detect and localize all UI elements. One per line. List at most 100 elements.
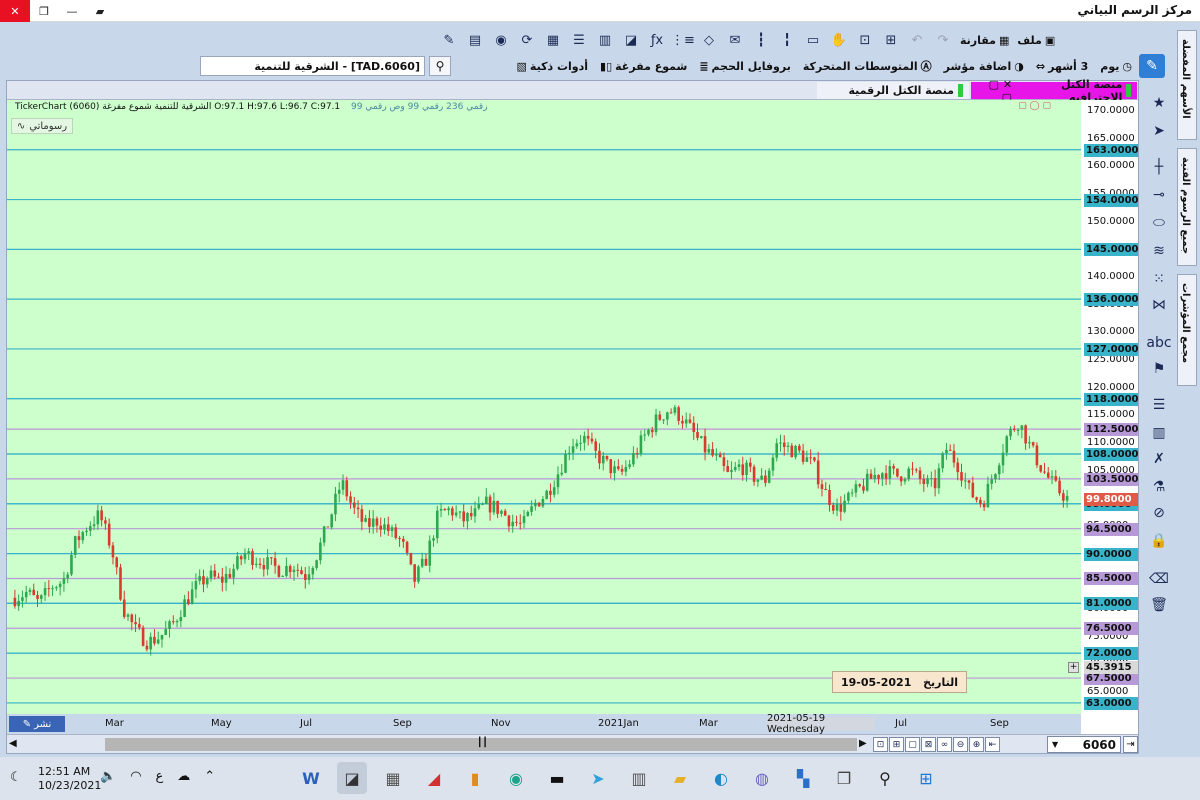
- store-icon[interactable]: ▥: [624, 762, 654, 794]
- edge-icon[interactable]: ◐: [706, 762, 736, 794]
- bar-chart-icon[interactable]: ▥: [592, 29, 618, 51]
- scroll-grip-icon[interactable]: ┃┃: [477, 738, 488, 748]
- smart-tools-button[interactable]: أدوات ذكية ▧: [513, 60, 593, 73]
- lock-icon[interactable]: 🔒: [1148, 530, 1170, 552]
- close-icon[interactable]: ✕: [0, 0, 30, 22]
- moon-icon[interactable]: ☾: [10, 770, 22, 785]
- star-icon[interactable]: ★: [1148, 92, 1170, 114]
- side-tab-technical[interactable]: جميع الرسوم الفنية: [1177, 148, 1197, 266]
- candles-icon[interactable]: ┇: [748, 29, 774, 51]
- scroll-track[interactable]: ┃┃: [105, 738, 857, 751]
- tab-pro-blocks[interactable]: منصة الكتل الاحترافيه ✕ ▢ ▢: [971, 78, 1137, 104]
- search-taskbar-icon[interactable]: ⚲: [870, 762, 900, 794]
- charts-app-icon[interactable]: ▮: [460, 762, 490, 794]
- clock[interactable]: 12:51 AM 10/23/2021: [38, 765, 101, 793]
- layout-icon[interactable]: ▤: [462, 29, 488, 51]
- zoom-out-icon[interactable]: ⊖: [953, 737, 968, 752]
- link-icon[interactable]: ∞: [937, 737, 952, 752]
- side-tab-favorites[interactable]: الأسهم المفضلة: [1177, 30, 1197, 140]
- time-axis[interactable]: نشر ✎ 2021-05-19 Wednesday Mar May Jul Sep N…: [7, 713, 1081, 735]
- compare-button[interactable]: مقارنة ▦: [956, 34, 1013, 47]
- crosshair-tool-icon[interactable]: ┼: [1148, 156, 1170, 178]
- hollow-candles-button[interactable]: شموع مفرغة ▯▮: [596, 60, 691, 73]
- volume-profile-button[interactable]: بروفايل الحجم ≣: [695, 60, 795, 73]
- alert-icon[interactable]: ◇: [696, 29, 722, 51]
- fit-range-icon[interactable]: ⊞: [889, 737, 904, 752]
- tray-chevron-icon[interactable]: ⌃: [204, 769, 215, 784]
- tv-app-icon[interactable]: ▬: [542, 762, 572, 794]
- text-abc-icon[interactable]: abc: [1146, 332, 1171, 354]
- camera-icon[interactable]: ◉: [488, 29, 514, 51]
- ruler-icon[interactable]: ▭: [800, 29, 826, 51]
- language-indicator[interactable]: ع: [156, 769, 164, 784]
- chart-plot-area[interactable]: TickerChart الشرقية للتنمية شموع مفرغة (…: [7, 100, 1081, 714]
- task-view-icon[interactable]: ❐: [829, 762, 859, 794]
- start-icon[interactable]: ⊞: [911, 762, 941, 794]
- hide-icon[interactable]: ⊘: [1148, 502, 1170, 524]
- teams-icon[interactable]: ◍: [747, 762, 777, 794]
- speaker-icon[interactable]: 🔈: [100, 769, 116, 784]
- chat-app-icon[interactable]: ◉: [501, 762, 531, 794]
- zoom-in-icon[interactable]: ⊕: [969, 737, 984, 752]
- symbol-search-input[interactable]: [TAD.6060] - الشرقية للتنمية: [200, 56, 425, 76]
- fit-all-icon[interactable]: ⊡: [873, 737, 888, 752]
- moving-average-button[interactable]: Ⓐ المتوسطات المتحركة: [799, 58, 936, 74]
- period-button[interactable]: ◷ يوم: [1096, 60, 1136, 73]
- minimize-icon[interactable]: —: [58, 0, 86, 22]
- scroll-right-icon[interactable]: ▶: [859, 738, 867, 749]
- function-icon[interactable]: ƒx: [644, 29, 670, 51]
- ellipse-icon[interactable]: ⬭: [1148, 212, 1170, 234]
- zoom-area-icon[interactable]: ⊠: [921, 737, 936, 752]
- list-icon[interactable]: ☰: [566, 29, 592, 51]
- table-icon[interactable]: ▦: [540, 29, 566, 51]
- price-axis[interactable]: 65.000070.000075.000080.000085.000090.00…: [1081, 100, 1138, 714]
- tool-list-icon[interactable]: ☰: [1148, 394, 1170, 416]
- app-red-icon[interactable]: ◢: [419, 762, 449, 794]
- tickerchart-icon[interactable]: ◪: [337, 762, 367, 794]
- share-button[interactable]: نشر ✎: [9, 716, 65, 732]
- go-icon[interactable]: ⇥: [1123, 736, 1138, 753]
- word-icon[interactable]: W: [296, 762, 326, 794]
- candles-alt-icon[interactable]: ╏: [774, 29, 800, 51]
- add-pane-icon[interactable]: +: [1068, 662, 1079, 673]
- channel-icon[interactable]: ≋: [1148, 240, 1170, 262]
- zigzag-icon[interactable]: ⋈: [1148, 294, 1170, 316]
- reset-view-icon[interactable]: ▢: [905, 737, 920, 752]
- mail-icon[interactable]: ✉: [722, 29, 748, 51]
- symbol-selector[interactable]: ▼ 6060: [1047, 736, 1121, 753]
- price-chart[interactable]: [7, 100, 1081, 714]
- undo-icon[interactable]: ↶: [904, 29, 930, 51]
- scroll-left-icon[interactable]: ◀: [9, 738, 17, 749]
- side-tab-indicators[interactable]: مجمع المؤشرات: [1177, 274, 1197, 386]
- plot-window-controls[interactable]: ▢ ◯ ▢: [1018, 101, 1051, 111]
- tab-digital-blocks[interactable]: منصة الكتل الرقمية: [817, 82, 969, 99]
- settings-list-icon[interactable]: ⋮≡: [670, 29, 696, 51]
- flag-icon[interactable]: ⚑: [1148, 358, 1170, 380]
- go-start-icon[interactable]: ⇤: [985, 737, 1000, 752]
- calculator-icon[interactable]: ▦: [378, 762, 408, 794]
- hand-icon[interactable]: ✋: [826, 29, 852, 51]
- eraser-icon[interactable]: ⌫: [1148, 568, 1170, 590]
- add-indicator-button[interactable]: ◑ اضافة مؤشر: [940, 60, 1028, 73]
- my-drawings-chip[interactable]: ∿ رسوماتي: [11, 118, 73, 134]
- crosshair-icon[interactable]: ⊡: [852, 29, 878, 51]
- widgets-icon[interactable]: ▚: [788, 762, 818, 794]
- measure-icon[interactable]: ▥: [1148, 422, 1170, 444]
- range-button[interactable]: 3 أشهر ⇔: [1032, 60, 1092, 73]
- fit-icon[interactable]: ⊞: [878, 29, 904, 51]
- horizontal-line-icon[interactable]: ⊸: [1148, 184, 1170, 206]
- magnet-icon[interactable]: ⚗: [1148, 476, 1170, 498]
- search-icon[interactable]: ⚲: [429, 56, 451, 76]
- file-menu-button[interactable]: ملف ▣: [1013, 34, 1059, 47]
- redo-icon[interactable]: ↷: [930, 29, 956, 51]
- folder-icon[interactable]: ▰: [665, 762, 695, 794]
- wifi-icon[interactable]: ◠: [130, 769, 141, 784]
- video-icon[interactable]: ▰: [86, 0, 114, 22]
- pen-tool-icon[interactable]: ✎: [436, 29, 462, 51]
- trash-icon[interactable]: 🗑: [1148, 594, 1170, 616]
- draw-pen-icon[interactable]: ✎: [1139, 54, 1165, 78]
- cloud-icon[interactable]: ☁: [177, 769, 190, 784]
- restore-icon[interactable]: ❐: [30, 0, 58, 22]
- refresh-icon[interactable]: ⟳: [514, 29, 540, 51]
- telegram-icon[interactable]: ➤: [583, 762, 613, 794]
